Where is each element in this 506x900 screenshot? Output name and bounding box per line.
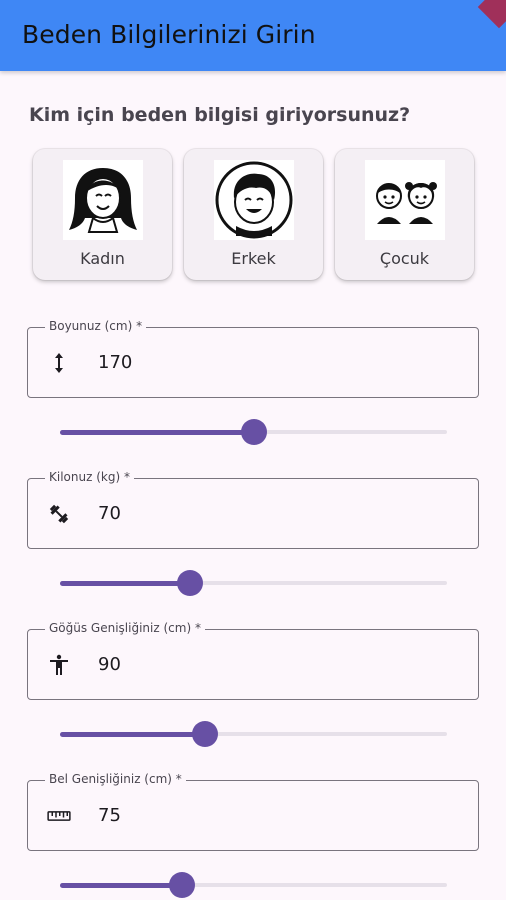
man-avatar-icon — [214, 160, 294, 240]
profile-card-man[interactable]: Erkek — [184, 149, 323, 280]
profile-card-label: Çocuk — [379, 249, 430, 268]
height-field[interactable]: Boyunuz (cm) * 170 — [27, 319, 479, 398]
profile-question: Kim için beden bilgisi giriyorsunuz? — [29, 104, 411, 126]
waist-field-label: Bel Genişliğiniz (cm) * — [45, 772, 186, 786]
profile-card-label: Erkek — [231, 249, 276, 268]
height-value[interactable]: 170 — [98, 352, 132, 373]
accessibility-person-icon — [47, 653, 71, 677]
slider-thumb[interactable] — [168, 872, 195, 898]
waist-value[interactable]: 75 — [98, 805, 121, 826]
slider-active-track — [60, 581, 190, 586]
app-bar: Beden Bilgilerinizi Girin — [0, 0, 506, 71]
slider-thumb[interactable] — [240, 419, 267, 445]
chest-field[interactable]: Göğüs Genişliğiniz (cm) * 90 — [27, 621, 479, 700]
page-title: Beden Bilgilerinizi Girin — [22, 20, 316, 49]
woman-avatar-icon — [63, 160, 143, 240]
ruler-icon — [47, 804, 71, 828]
profile-card-label: Kadın — [80, 249, 125, 268]
weight-slider[interactable] — [60, 569, 447, 597]
slider-active-track — [60, 430, 254, 435]
waist-slider[interactable] — [60, 871, 447, 899]
children-avatar-icon — [365, 160, 445, 240]
profile-card-woman[interactable]: Kadın — [33, 149, 172, 280]
height-field-label: Boyunuz (cm) * — [45, 319, 147, 333]
chest-field-label: Göğüs Genişliğiniz (cm) * — [45, 621, 205, 635]
weight-value[interactable]: 70 — [98, 503, 121, 524]
waist-field[interactable]: Bel Genişliğiniz (cm) * 75 — [27, 772, 479, 851]
chest-value[interactable]: 90 — [98, 654, 121, 675]
weight-field-label: Kilonuz (kg) * — [45, 470, 134, 484]
slider-active-track — [60, 732, 206, 737]
profile-card-child[interactable]: Çocuk — [335, 149, 474, 280]
weight-field[interactable]: Kilonuz (kg) * 70 — [27, 470, 479, 549]
fitness-dumbbell-icon — [47, 502, 71, 526]
height-slider[interactable] — [60, 418, 447, 446]
slider-thumb[interactable] — [192, 721, 219, 747]
profile-selector: Kadın Erkek Çocuk — [33, 149, 475, 282]
slider-thumb[interactable] — [176, 570, 203, 596]
height-icon — [47, 351, 71, 375]
slider-active-track — [60, 883, 182, 888]
chest-slider[interactable] — [60, 720, 447, 748]
